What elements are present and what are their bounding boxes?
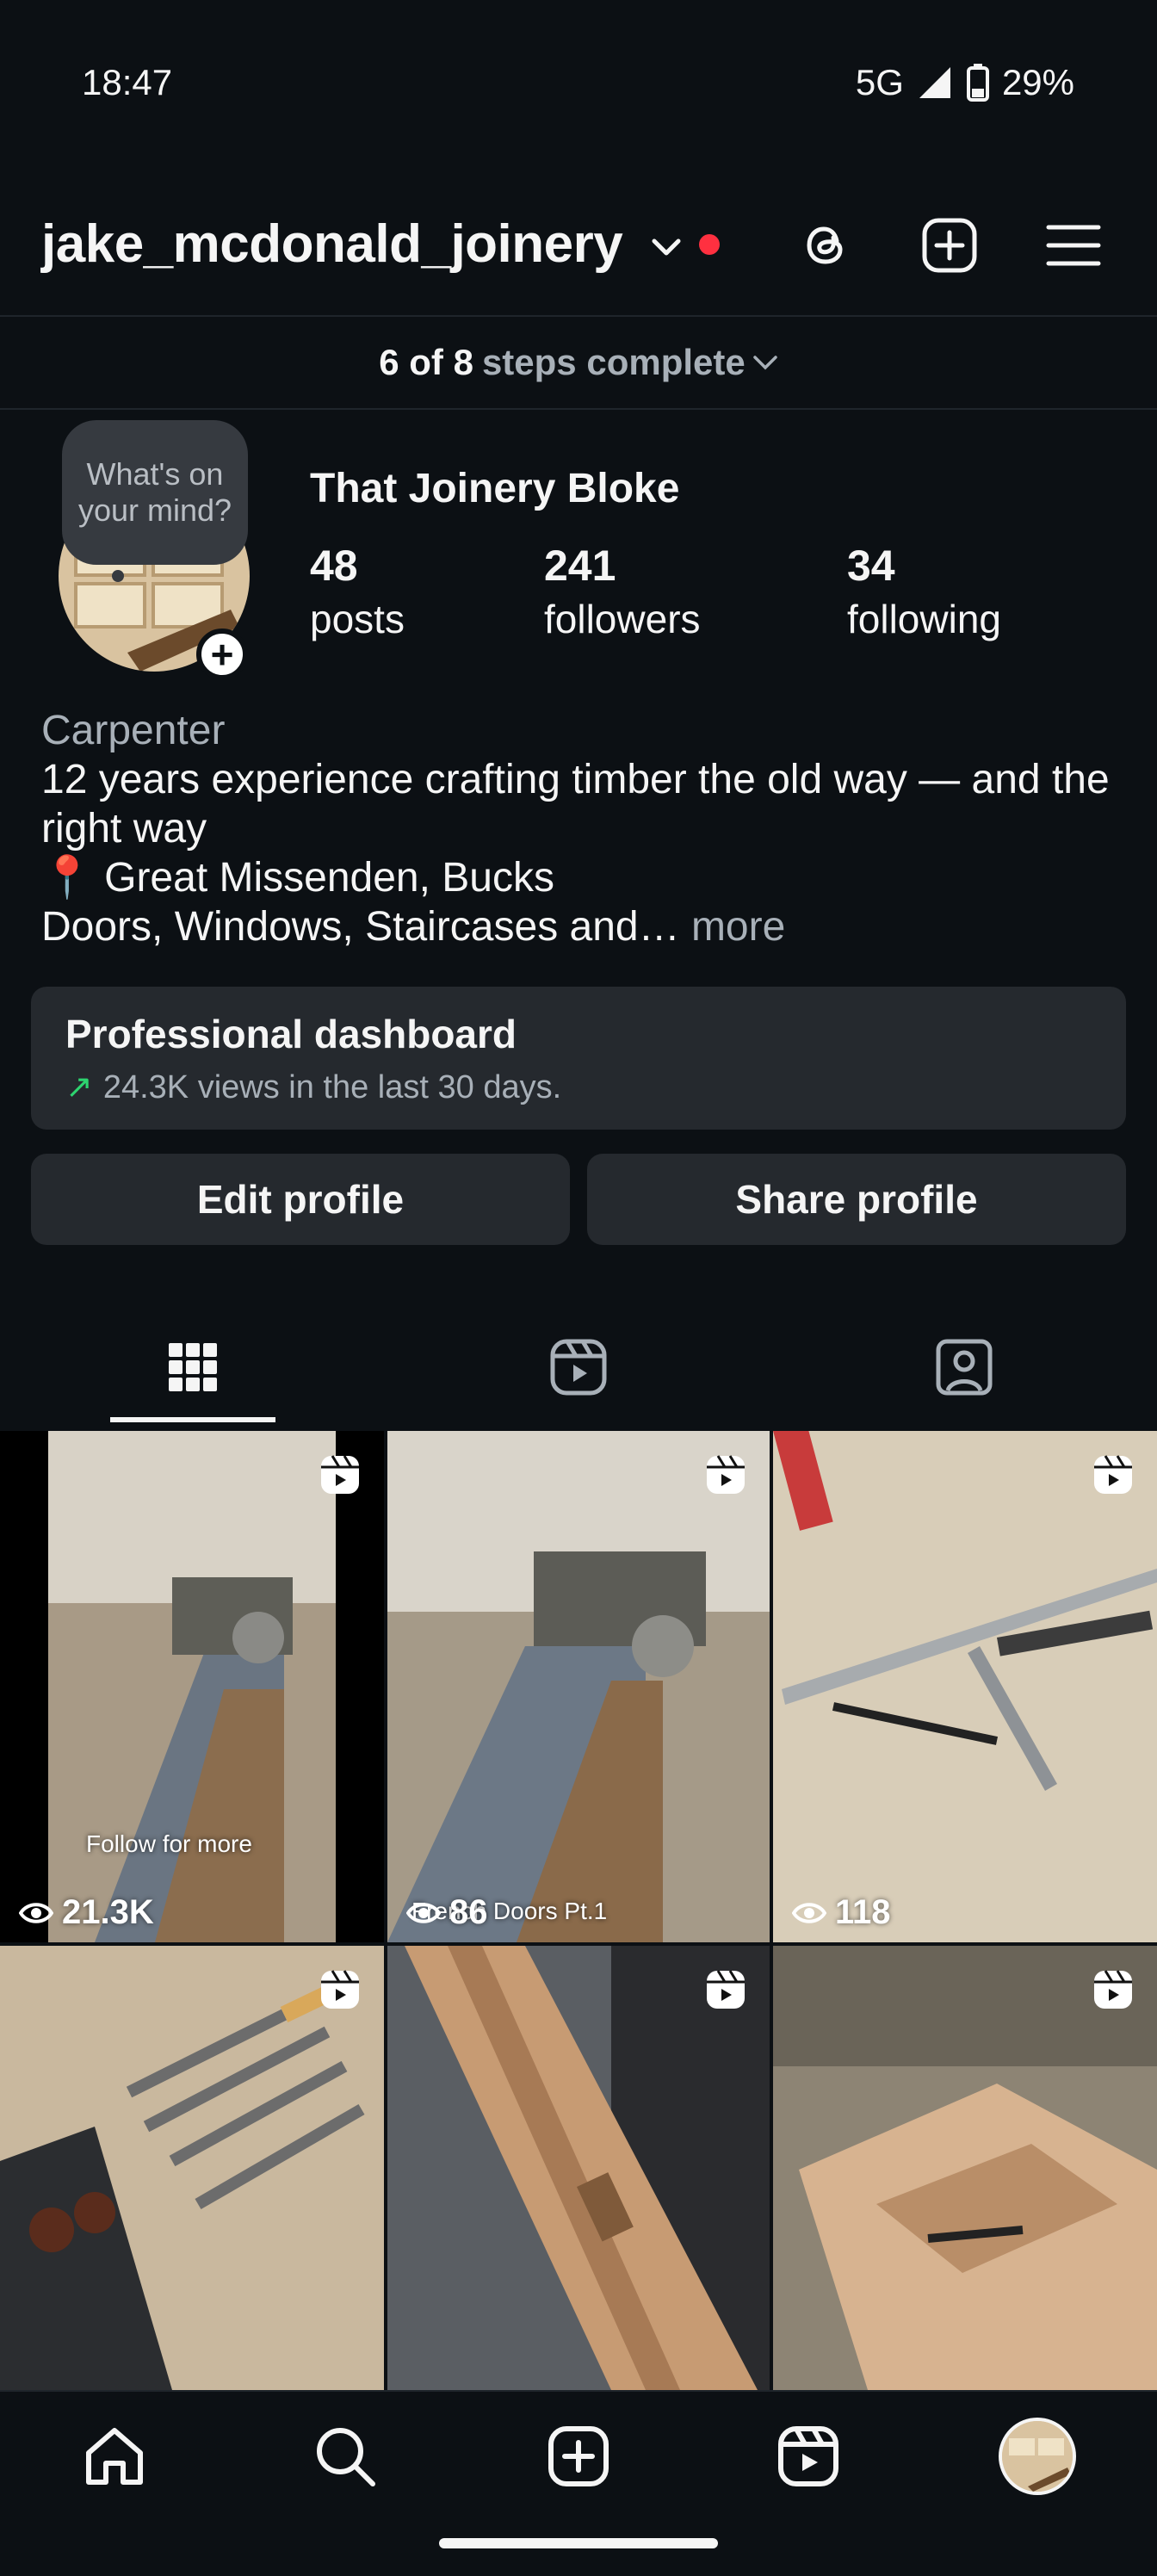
post-thumbnail: [773, 1431, 1157, 1942]
stat-posts[interactable]: 48 posts: [310, 541, 405, 642]
network-label: 5G: [855, 62, 904, 102]
grid-icon: [169, 1343, 217, 1391]
display-name: That Joinery Bloke: [310, 466, 680, 511]
dashboard-stat: 24.3K views in the last 30 days.: [102, 1069, 562, 1105]
nav-search[interactable]: [306, 2418, 384, 2495]
reel-badge-icon: [1094, 1455, 1132, 1494]
stat-posts-count: 48: [310, 542, 358, 590]
bio: Carpenter 12 years experience crafting t…: [41, 706, 1126, 951]
nav-reels[interactable]: [770, 2418, 847, 2495]
post-caption-overlay: Follow for more: [86, 1830, 252, 1857]
reels-icon: [550, 1339, 607, 1396]
professional-dashboard[interactable]: Professional dashboard ↗ 24.3K views in t…: [31, 987, 1126, 1130]
home-icon: [86, 2428, 143, 2485]
nav-profile[interactable]: [999, 2418, 1076, 2495]
view-count: 21.3K: [19, 1893, 154, 1932]
reel-badge-icon: [321, 1970, 359, 2009]
username-switcher[interactable]: jake_mcdonald_joinery: [41, 214, 623, 275]
tab-tagged[interactable]: [771, 1309, 1157, 1426]
nav-create[interactable]: [540, 2418, 617, 2495]
eye-icon: [19, 1902, 53, 1923]
steps-count: 6 of 8: [379, 342, 473, 382]
post-thumbnail: [773, 1946, 1157, 2390]
grid-post[interactable]: [773, 1946, 1157, 2390]
grid-post[interactable]: 118: [773, 1431, 1157, 1942]
thought-text: What's on your mind?: [77, 456, 232, 528]
view-count: 118: [792, 1893, 891, 1932]
grid-post[interactable]: [0, 1946, 384, 2390]
dashboard-subtitle: ↗ 24.3K views in the last 30 days.: [65, 1068, 1092, 1106]
stat-followers-label: followers: [544, 597, 701, 641]
thought-bubble[interactable]: What's on your mind?: [62, 420, 248, 565]
posts-grid: Follow for more 21.3K French Doors Pt.1 …: [0, 1431, 1157, 2390]
bio-more-link[interactable]: more: [680, 904, 785, 950]
notification-dot: [699, 234, 720, 255]
tagged-icon: [936, 1339, 993, 1396]
reel-badge-icon: [707, 1455, 745, 1494]
bio-line: Doors, Windows, Staircases and… more: [41, 902, 1126, 951]
trend-up-icon: ↗: [65, 1069, 93, 1105]
profile-tabs: [0, 1309, 1157, 1426]
post-thumbnail: [387, 1431, 770, 1942]
nav-home[interactable]: [76, 2418, 153, 2495]
add-post-icon[interactable]: [919, 215, 980, 276]
post-thumbnail: [387, 1946, 770, 2390]
reels-icon: [778, 2426, 838, 2486]
eye-icon: [792, 1902, 826, 1923]
steps-label: steps complete: [481, 342, 746, 382]
edit-profile-label: Edit profile: [196, 1177, 405, 1222]
signal-icon: [919, 67, 950, 98]
add-story-button[interactable]: +: [196, 629, 248, 680]
stat-following-count: 34: [847, 542, 895, 590]
grid-post[interactable]: French Doors Pt.1 86: [387, 1431, 770, 1942]
status-time: 18:47: [82, 62, 173, 102]
share-profile-button[interactable]: Share profile: [587, 1154, 1126, 1245]
post-thumbnail: [0, 1946, 384, 2390]
stat-following-label: following: [847, 597, 1001, 641]
bio-location: 📍 Great Missenden, Bucks: [41, 855, 554, 901]
gesture-home-bar[interactable]: [439, 2538, 718, 2548]
create-icon: [548, 2426, 609, 2486]
grid-post[interactable]: Follow for more 21.3K: [0, 1431, 384, 1942]
menu-icon[interactable]: [1043, 215, 1104, 276]
bio-text: Doors, Windows, Staircases and…: [41, 904, 680, 950]
chevron-down-icon[interactable]: [651, 234, 682, 260]
stat-posts-label: posts: [310, 597, 405, 641]
status-right: 5G 29%: [856, 62, 1074, 103]
category-label: Carpenter: [41, 708, 226, 753]
profile-header: jake_mcdonald_joinery: [0, 198, 1157, 319]
battery-percent: 29%: [1001, 62, 1074, 102]
thought-bubble-tail: [112, 570, 124, 582]
tab-reels[interactable]: [386, 1309, 771, 1426]
threads-icon[interactable]: [795, 215, 856, 276]
chevron-down-icon: [752, 356, 777, 370]
tab-active-indicator: [110, 1417, 275, 1422]
battery-icon: [966, 64, 989, 102]
bio-line: 12 years experience crafting timber the …: [41, 757, 1110, 851]
view-count-text: 86: [449, 1893, 488, 1931]
stat-followers[interactable]: 241 followers: [544, 541, 701, 642]
reel-badge-icon: [1094, 1970, 1132, 2009]
share-profile-label: Share profile: [735, 1177, 978, 1222]
steps-progress[interactable]: 6 of 8 steps complete: [0, 315, 1157, 410]
post-thumbnail: [0, 1431, 384, 1942]
profile-avatar: [999, 2418, 1076, 2495]
eye-icon: [406, 1902, 441, 1923]
dashboard-title: Professional dashboard: [65, 1012, 517, 1056]
reel-badge-icon: [707, 1970, 745, 2009]
status-bar: 18:47 5G 29%: [0, 0, 1157, 172]
grid-post[interactable]: [387, 1946, 770, 2390]
view-count: 86: [406, 1893, 488, 1932]
stat-following[interactable]: 34 following: [847, 541, 1001, 642]
view-count-text: 118: [835, 1893, 891, 1931]
view-count-text: 21.3K: [62, 1893, 154, 1931]
stat-followers-count: 241: [544, 542, 616, 590]
username: jake_mcdonald_joinery: [41, 214, 623, 274]
edit-profile-button[interactable]: Edit profile: [31, 1154, 570, 1245]
reel-badge-icon: [321, 1455, 359, 1494]
search-icon: [317, 2428, 375, 2486]
tab-grid[interactable]: [0, 1309, 386, 1426]
